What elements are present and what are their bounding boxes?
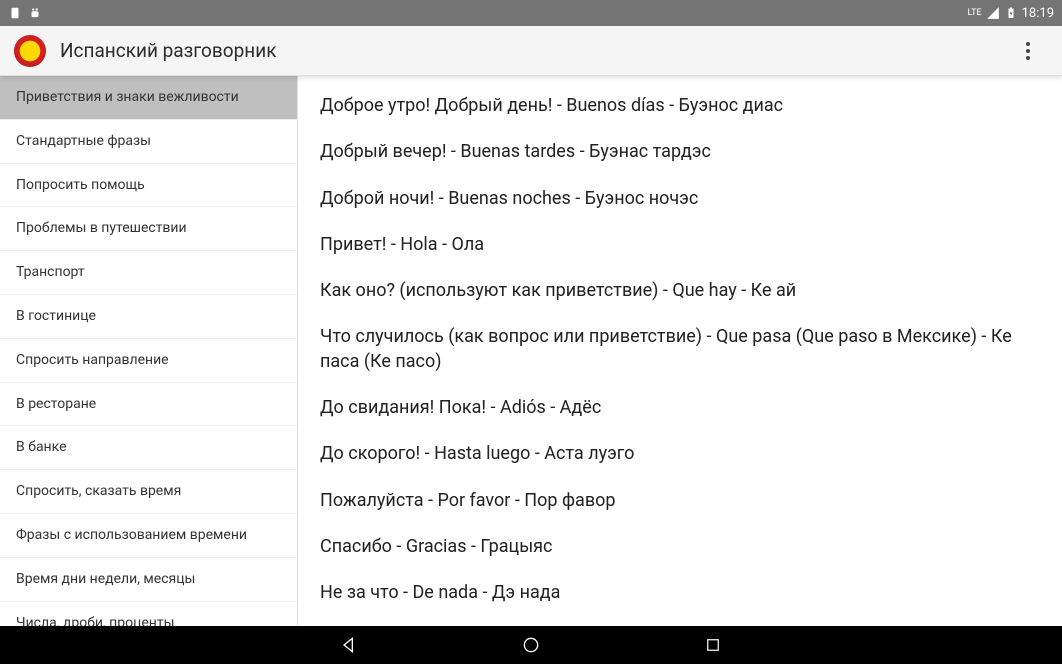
status-time: 18:19 bbox=[1022, 6, 1054, 21]
phrase-row: Добрый вечер! - Buenas tardes - Буэнас т… bbox=[320, 140, 1040, 164]
sidebar-item-label: В гостинице bbox=[16, 308, 96, 324]
sidebar-item[interactable]: Стандартные фразы bbox=[0, 120, 297, 164]
nav-recents-button[interactable] bbox=[702, 634, 724, 656]
phrase-row: Пожалуйста - Por favor - Пор фавор bbox=[320, 489, 1040, 513]
status-right: LTE 18:19 bbox=[968, 6, 1055, 21]
status-bar: LTE 18:19 bbox=[0, 0, 1062, 26]
sidebar-item[interactable]: Фразы с использованием времени bbox=[0, 514, 297, 558]
sidebar-item[interactable]: Попросить помощь bbox=[0, 164, 297, 208]
phrase-row: Привет! - Hola - Ола bbox=[320, 233, 1040, 257]
sidebar-item-label: В ресторане bbox=[16, 396, 96, 412]
sidebar-item[interactable]: Числа, дроби, проценты bbox=[0, 602, 297, 626]
android-nav-bar bbox=[0, 626, 1062, 664]
network-lte-label: LTE bbox=[968, 9, 982, 18]
notification-icon bbox=[8, 6, 22, 20]
sidebar-item[interactable]: В ресторане bbox=[0, 383, 297, 427]
phrase-row: Спасибо - Gracias - Грацыяс bbox=[320, 535, 1040, 559]
sidebar-item-label: Числа, дроби, проценты bbox=[16, 615, 174, 626]
sidebar-item-label: Спросить, сказать время bbox=[16, 483, 181, 499]
sidebar-item-label: Фразы с использованием времени bbox=[16, 527, 247, 543]
status-left bbox=[8, 6, 42, 20]
sidebar-item-label: Время дни недели, месяцы bbox=[16, 571, 195, 587]
sidebar-item[interactable]: Транспорт bbox=[0, 251, 297, 295]
nav-home-button[interactable] bbox=[520, 634, 542, 656]
sidebar-item-label: Проблемы в путешествии bbox=[16, 220, 187, 236]
sidebar-item-label: Транспорт bbox=[16, 264, 85, 280]
sidebar-item-label: Попросить помощь bbox=[16, 177, 145, 193]
phrase-list[interactable]: Доброе утро! Добрый день! - Buenos días … bbox=[298, 76, 1062, 626]
sidebar-item-label: В банке bbox=[16, 439, 67, 455]
app-bar: Испанский разговорник bbox=[0, 26, 1062, 76]
sidebar-item[interactable]: Проблемы в путешествии bbox=[0, 207, 297, 251]
phrase-row: Как оно? (используют как приветствие) - … bbox=[320, 279, 1040, 303]
battery-charging-icon bbox=[1004, 6, 1018, 20]
phrase-row: Доброе утро! Добрый день! - Buenos días … bbox=[320, 94, 1040, 118]
app-flag-icon bbox=[14, 35, 46, 67]
sidebar-item[interactable]: Время дни недели, месяцы bbox=[0, 558, 297, 602]
app-body: Приветствия и знаки вежливости Стандартны… bbox=[0, 76, 1062, 626]
app-title: Испанский разговорник bbox=[60, 39, 1008, 62]
phrase-row: Что случилось (как вопрос или приветстви… bbox=[320, 325, 1040, 374]
sidebar-item[interactable]: В банке bbox=[0, 426, 297, 470]
sidebar-item[interactable]: В гостинице bbox=[0, 295, 297, 339]
phrase-row: До скорого! - Hasta luego - Аста луэго bbox=[320, 442, 1040, 466]
category-sidebar[interactable]: Приветствия и знаки вежливости Стандартны… bbox=[0, 76, 298, 626]
phrase-row: Не за что - De nada - Дэ нада bbox=[320, 581, 1040, 605]
more-vert-icon bbox=[1026, 42, 1030, 60]
sidebar-item[interactable]: Приветствия и знаки вежливости bbox=[0, 76, 297, 120]
signal-icon bbox=[986, 6, 1000, 20]
sidebar-item-label: Приветствия и знаки вежливости bbox=[16, 89, 239, 105]
nav-back-button[interactable] bbox=[338, 634, 360, 656]
sidebar-item-label: Спросить направление bbox=[16, 352, 169, 368]
android-icon bbox=[28, 6, 42, 20]
sidebar-item[interactable]: Спросить направление bbox=[0, 339, 297, 383]
phrase-row: До свидания! Пока! - Adiós - Адёс bbox=[320, 396, 1040, 420]
overflow-menu-button[interactable] bbox=[1008, 31, 1048, 71]
phrase-row: Доброй ночи! - Buenas noches - Буэнос но… bbox=[320, 187, 1040, 211]
sidebar-item-label: Стандартные фразы bbox=[16, 133, 151, 149]
sidebar-item[interactable]: Спросить, сказать время bbox=[0, 470, 297, 514]
